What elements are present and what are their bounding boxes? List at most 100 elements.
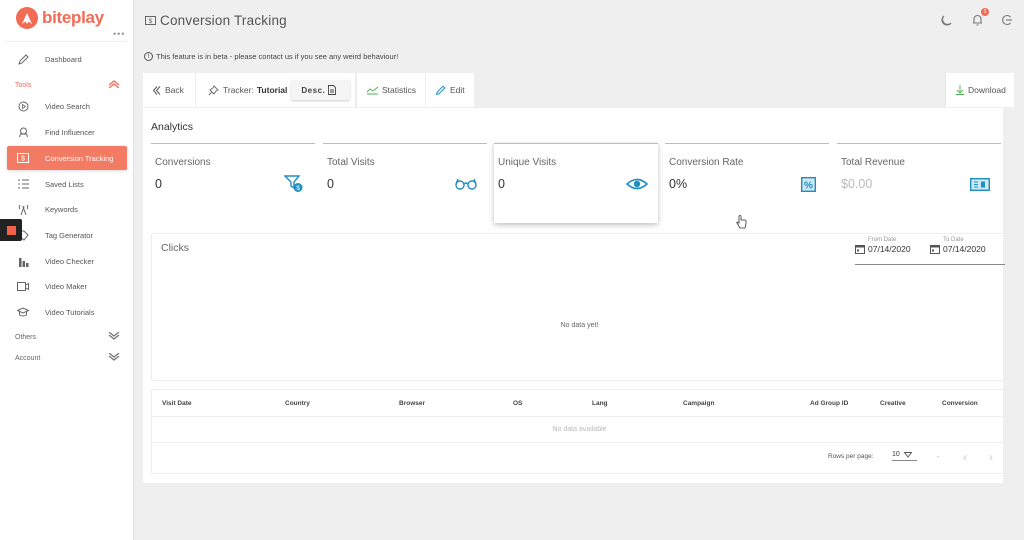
sidebar-section-tools[interactable]: Tools (15, 80, 120, 90)
edit-button[interactable]: Edit (426, 73, 475, 107)
sidebar-item-label: Video Search (45, 101, 90, 111)
sidebar-item-find-influencer[interactable]: Find Influencer (7, 120, 127, 144)
column-header-ad-group-id[interactable]: Ad Group ID (810, 400, 848, 407)
divider (151, 143, 315, 144)
glasses-icon (455, 175, 477, 193)
sidebar-item-keywords[interactable]: Keywords (7, 197, 127, 221)
date-range-underline (855, 264, 1005, 265)
divider (837, 143, 1001, 144)
column-header-campaign[interactable]: Campaign (683, 400, 714, 407)
more-menu-icon[interactable]: ••• (113, 29, 125, 39)
trend-icon (367, 86, 378, 94)
statistics-button[interactable]: Statistics (356, 73, 426, 107)
from-date-value: 07/14/2020 (868, 244, 911, 254)
back-label: Back (165, 85, 184, 95)
sidebar-item-video-search[interactable]: Video Search (7, 94, 127, 118)
from-date-picker[interactable]: From Date 07/14/2020 (855, 237, 911, 254)
analytics-panel: Analytics Conversions 0 $ Total Visits 0… (143, 107, 1008, 483)
description-button[interactable]: Desc. (291, 80, 351, 100)
sidebar-item-label: Find Influencer (45, 127, 95, 137)
column-header-browser[interactable]: Browser (399, 400, 425, 407)
logo-mark-icon (16, 7, 38, 29)
column-header-conversion[interactable]: Conversion (942, 400, 978, 407)
stat-unique-visits: Unique Visits 0 (494, 143, 658, 223)
from-date-label: From Date (868, 237, 897, 243)
sidebar-section-others[interactable]: Others (15, 331, 120, 342)
clicks-chart-card: Clicks From Date 07/14/2020 To Date 07/1… (151, 233, 1008, 381)
table-header-row: Visit Date Country Browser OS Lang Campa… (152, 390, 1007, 417)
chevron-down-icon (108, 352, 120, 363)
chart-empty-message: No data yet! (560, 322, 599, 329)
stat-value: 0 (498, 177, 505, 191)
divider (323, 143, 487, 144)
column-header-os[interactable]: OS (513, 400, 522, 407)
sidebar-item-label: Video Checker (45, 256, 95, 266)
notification-badge: 3 (981, 8, 989, 16)
sidebar: biteplay ••• Dashboard Tools Video Searc… (0, 0, 134, 540)
download-icon (956, 85, 964, 95)
next-page-button[interactable]: › (989, 450, 993, 464)
sidebar-item-video-checker[interactable]: Video Checker (7, 249, 127, 273)
sidebar-item-conversion-tracking[interactable]: $ Conversion Tracking (7, 146, 127, 170)
statistics-label: Statistics (382, 85, 417, 95)
sidebar-item-label: Dashboard (45, 54, 82, 64)
svg-text:%: % (804, 180, 813, 191)
back-button[interactable]: Back (143, 73, 196, 107)
description-label: Desc. (301, 85, 326, 95)
graduation-cap-icon (16, 305, 30, 319)
mouse-cursor-icon (736, 215, 747, 234)
clicks-title: Clicks (161, 242, 189, 254)
sidebar-item-video-tutorials[interactable]: Video Tutorials (7, 300, 127, 324)
caret-down-icon (903, 451, 912, 458)
sidebar-item-saved-lists[interactable]: Saved Lists (7, 172, 127, 196)
pencil-icon (16, 52, 30, 66)
stat-label: Conversions (155, 157, 211, 168)
page-title: $ Conversion Tracking (145, 13, 287, 28)
table-empty-message: No data available (552, 426, 607, 433)
logout-icon[interactable] (1000, 13, 1014, 27)
analytics-title: Analytics (151, 121, 194, 133)
theme-toggle-icon[interactable] (940, 13, 954, 27)
tracker-label: Tracker: (223, 85, 254, 95)
funnel-dollar-icon: $ (283, 175, 305, 193)
svg-text:$: $ (296, 185, 300, 192)
notifications-icon[interactable]: 3 (970, 8, 989, 27)
previous-page-button[interactable]: ‹ (963, 450, 967, 464)
tracker-name: Tutorial (256, 85, 288, 95)
stat-value: 0 (327, 177, 334, 191)
record-stop-button[interactable] (0, 219, 22, 241)
sidebar-item-video-maker[interactable]: Video Maker (7, 274, 127, 298)
column-header-creative[interactable]: Creative (880, 400, 906, 407)
svg-text:$: $ (21, 156, 25, 163)
download-button[interactable]: Download (945, 73, 1015, 107)
sidebar-item-label: Keywords (45, 204, 78, 214)
influencer-icon (16, 125, 30, 139)
column-header-visit-date[interactable]: Visit Date (162, 400, 192, 407)
section-label: Account (15, 354, 41, 362)
stat-label: Total Visits (327, 157, 375, 168)
brand-logo[interactable]: biteplay (16, 7, 104, 29)
pencil-icon (436, 85, 446, 95)
percent-icon: % (797, 175, 819, 193)
stat-label: Total Revenue (841, 157, 905, 168)
stat-conversion-rate: Conversion Rate 0% % (665, 143, 829, 223)
stat-value: 0% (669, 177, 688, 191)
stat-value: $0.00 (841, 177, 873, 191)
rows-per-page-label: Rows per page: (828, 453, 874, 460)
info-icon: ! (144, 52, 153, 61)
column-header-lang[interactable]: Lang (592, 400, 608, 407)
antenna-icon (16, 202, 30, 216)
sidebar-item-dashboard[interactable]: Dashboard (7, 47, 127, 71)
eye-icon (626, 175, 648, 193)
divider (6, 41, 127, 42)
edit-label: Edit (450, 85, 465, 95)
sidebar-item-label: Video Tutorials (45, 307, 95, 317)
sidebar-item-tag-generator[interactable]: Tag Generator (7, 223, 127, 247)
money-bill-icon (969, 175, 991, 193)
sidebar-item-label: Saved Lists (45, 179, 84, 189)
stat-total-visits: Total Visits 0 (323, 143, 487, 223)
column-header-country[interactable]: Country (285, 400, 310, 407)
sidebar-section-account[interactable]: Account (15, 352, 120, 363)
rows-per-page-select[interactable]: 10 (892, 451, 917, 461)
to-date-picker[interactable]: To Date 07/14/2020 (930, 237, 986, 254)
